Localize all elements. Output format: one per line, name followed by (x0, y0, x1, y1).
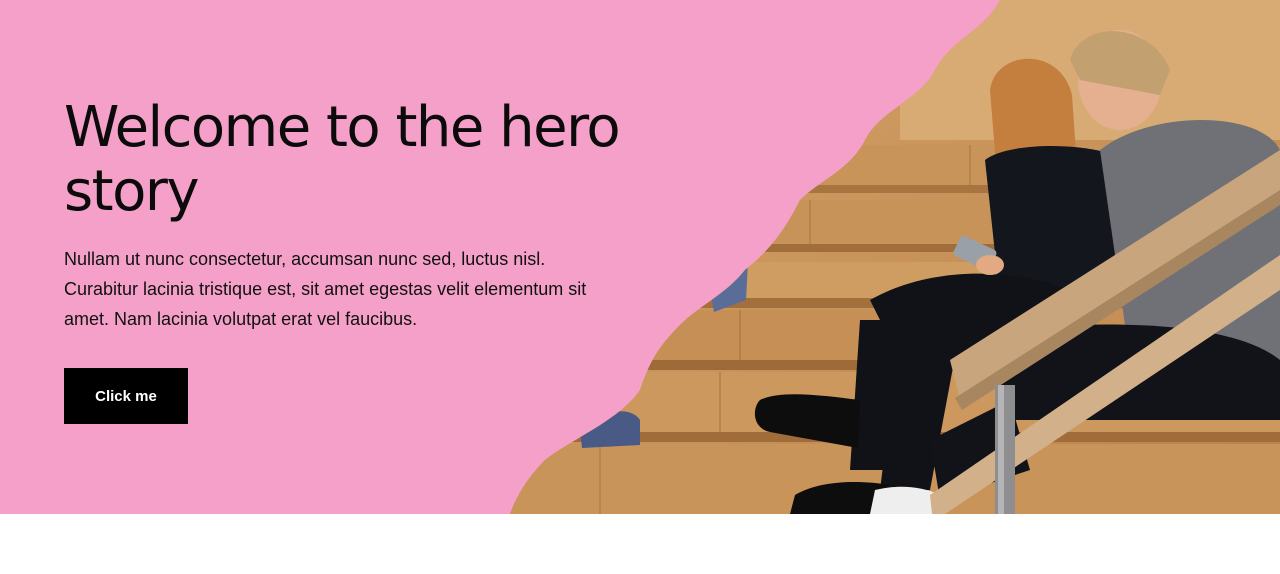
page-below-hero (0, 514, 1280, 574)
hero-description: Nullam ut nunc consectetur, accumsan nun… (64, 244, 654, 334)
hero-section: Welcome to the hero story Nullam ut nunc… (0, 0, 1280, 514)
hero-title-line: story (64, 159, 200, 224)
hero-content: Welcome to the hero story Nullam ut nunc… (64, 96, 664, 424)
hero-description-line: Nullam ut nunc consectetur, accumsan nun… (64, 249, 546, 269)
hero-description-line: amet. Nam lacinia volutpat erat vel fauc… (64, 309, 418, 329)
hero-description-line: Curabitur lacinia tristique est, sit ame… (64, 279, 587, 299)
hero-title-line: Welcome to the hero (64, 95, 621, 160)
click-me-button[interactable]: Click me (64, 368, 188, 424)
hero-title: Welcome to the hero story (64, 96, 664, 224)
